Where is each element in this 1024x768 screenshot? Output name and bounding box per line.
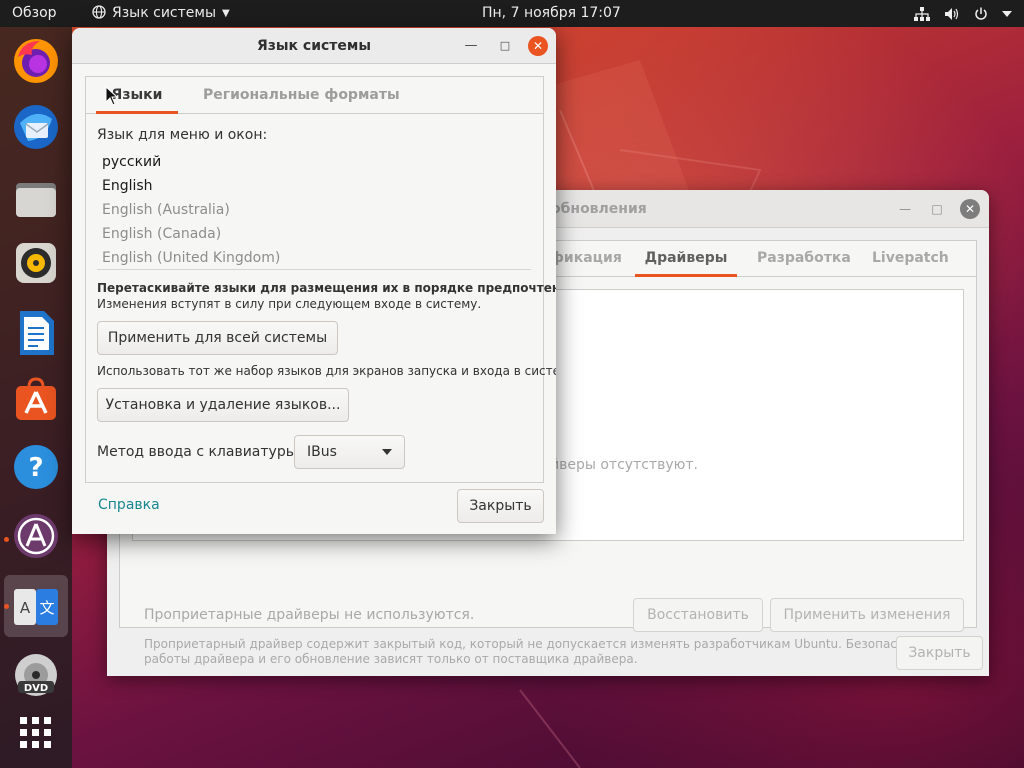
list-item[interactable]: English (United Kingdom) — [102, 246, 522, 270]
rhythmbox-icon[interactable] — [12, 239, 60, 287]
list-item[interactable]: русский — [102, 150, 522, 174]
svg-text:?: ? — [28, 453, 43, 483]
tab-authentication[interactable]: фикация — [550, 241, 622, 277]
revert-button[interactable]: Восстановить — [633, 598, 763, 632]
top-panel: Обзор Язык системы ▼ Пн, 7 ноября 17:07 — [0, 0, 1024, 27]
no-drivers-message: йверы отсутствуют. — [550, 457, 698, 473]
show-applications-icon[interactable] — [12, 709, 60, 757]
drivers-info: Проприетарный драйвер содержит закрытый … — [144, 637, 933, 666]
list-item[interactable]: English — [102, 174, 522, 198]
thunderbird-icon[interactable] — [12, 103, 60, 151]
libreoffice-writer-icon[interactable] — [12, 309, 60, 357]
apply-changes-button[interactable]: Применить изменения — [770, 598, 964, 632]
close-button[interactable]: Закрыть — [896, 636, 983, 670]
language-list[interactable]: русский English English (Australia) Engl… — [97, 150, 531, 270]
help-button[interactable]: Справка — [98, 497, 160, 513]
tab-drivers[interactable]: Драйверы — [635, 241, 737, 277]
notebook: Языки Региональные форматы Язык для меню… — [85, 76, 556, 483]
apply-system-wide-button[interactable]: Применить для всей системы — [97, 321, 338, 355]
clock[interactable]: Пн, 7 ноября 17:07 — [482, 0, 621, 27]
running-indicator — [4, 537, 9, 542]
app-menu-label: Язык системы — [112, 5, 217, 21]
window-title: обновления — [551, 201, 647, 217]
list-item[interactable]: English (Australia) — [102, 198, 522, 222]
language-support-dialog[interactable]: Язык системы — □ ✕ Языки Региональные фо… — [72, 28, 556, 534]
chevron-down-icon — [1002, 10, 1012, 17]
maximize-button[interactable]: □ — [928, 200, 946, 218]
tab-regional-formats[interactable]: Региональные форматы — [203, 77, 400, 114]
network-icon — [914, 6, 930, 21]
svg-text:DVD: DVD — [24, 683, 48, 694]
mouse-pointer-icon — [105, 86, 119, 106]
tab-livepatch[interactable]: Livepatch — [872, 241, 949, 277]
app-menu[interactable]: Язык системы ▼ — [92, 0, 230, 27]
input-method-label: Метод ввода с клавиатуры: — [97, 444, 302, 460]
minimize-button[interactable]: — — [896, 200, 914, 218]
dialog-titlebar[interactable]: Язык системы — □ ✕ — [72, 28, 556, 64]
drag-hint: Перетаскивайте языки для размещения их в… — [97, 281, 556, 295]
login-screen-hint: Использовать тот же набор языков для экр… — [97, 364, 556, 378]
drivers-status: Проприетарные драйверы не используются. — [144, 607, 475, 623]
caret-down-icon — [382, 449, 392, 455]
tab-bar: Языки Региональные форматы — [86, 77, 543, 114]
close-button[interactable]: ✕ — [528, 36, 548, 56]
install-remove-languages-button[interactable]: Установка и удаление языков... — [97, 388, 349, 422]
help-icon[interactable]: ? — [12, 443, 60, 491]
chevron-down-icon: ▼ — [222, 8, 230, 19]
restart-hint: Изменения вступят в силу при следующем в… — [97, 297, 482, 311]
close-button[interactable]: Закрыть — [457, 489, 544, 523]
system-tray[interactable] — [914, 0, 1012, 27]
input-method-select[interactable]: IBus — [294, 435, 405, 469]
minimize-button[interactable]: — — [462, 37, 480, 55]
globe-icon — [92, 5, 106, 19]
language-support-icon[interactable]: A 文 — [12, 583, 60, 631]
volume-icon — [945, 7, 959, 20]
software-center-icon[interactable] — [12, 375, 60, 423]
language-list-heading: Язык для меню и окон: — [97, 127, 268, 143]
close-button[interactable]: ✕ — [960, 199, 980, 219]
svg-text:A: A — [20, 599, 31, 617]
dialog-title: Язык системы — [256, 38, 372, 54]
dock: ? A 文 DVD — [0, 27, 72, 768]
power-icon — [975, 7, 987, 20]
input-method-value: IBus — [307, 444, 337, 460]
firefox-icon[interactable] — [12, 37, 60, 85]
running-indicator — [4, 604, 9, 609]
activities-button[interactable]: Обзор — [12, 0, 57, 27]
tab-developer[interactable]: Разработка — [757, 241, 851, 277]
dvd-icon[interactable]: DVD — [12, 651, 60, 699]
list-item[interactable]: English (Canada) — [102, 222, 522, 246]
files-icon[interactable] — [12, 175, 60, 223]
maximize-button[interactable]: □ — [496, 37, 514, 55]
software-updater-icon[interactable] — [12, 512, 60, 560]
svg-text:文: 文 — [39, 599, 54, 617]
